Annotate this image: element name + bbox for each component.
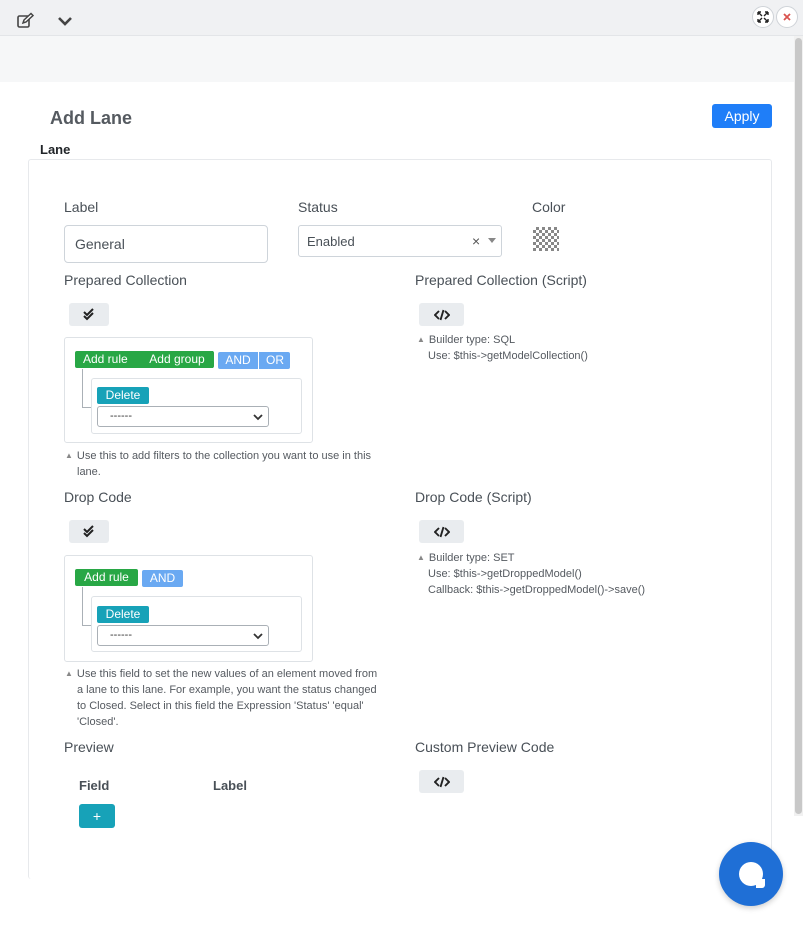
prepared-collection-script-button[interactable]	[419, 303, 464, 326]
and-toggle-button[interactable]: AND	[218, 352, 258, 369]
rule-field-select[interactable]: ------	[97, 406, 269, 427]
section-label-lane: Lane	[40, 142, 71, 157]
double-check-icon	[83, 307, 94, 320]
page-title: Add Lane	[50, 108, 133, 128]
add-preview-row-button[interactable]: +	[79, 804, 115, 828]
prepared-collection-query-builder: Add rule Add group AND OR Delete ------	[64, 337, 313, 443]
status-field-label: Status	[298, 199, 338, 215]
code-icon	[433, 309, 450, 320]
scrollbar-thumb[interactable]	[795, 38, 802, 814]
custom-preview-code-button[interactable]	[419, 770, 464, 793]
delete-rule-button[interactable]: Delete	[97, 387, 149, 404]
drop-code-script-button[interactable]	[419, 520, 464, 543]
drop-code-query-builder: Add rule AND Delete ------	[64, 555, 313, 662]
preview-column-label: Label	[213, 778, 247, 793]
info-triangle-icon: ▲	[417, 335, 425, 344]
prepared-collection-label: Prepared Collection	[64, 272, 187, 288]
prepared-collection-help: ▲ Use this to add filters to the collecti…	[65, 450, 372, 478]
edit-icon[interactable]	[16, 12, 36, 32]
info-triangle-icon: ▲	[417, 553, 425, 562]
add-group-button[interactable]: Add group	[141, 351, 213, 368]
custom-preview-label: Custom Preview Code	[415, 739, 555, 755]
chevron-down-icon	[253, 633, 263, 640]
color-field-label: Color	[532, 199, 566, 215]
caret-down-icon	[488, 238, 496, 243]
drop-code-script-help: ▲ Builder type: SET Use: $this->getDroppe…	[417, 552, 646, 596]
prepared-collection-script-help: ▲ Builder type: SQL Use: $this->getModelC…	[417, 334, 588, 362]
apply-button[interactable]: Apply	[712, 104, 772, 128]
info-triangle-icon: ▲	[65, 451, 73, 460]
delete-rule-button[interactable]: Delete	[97, 606, 149, 623]
rule-field-select[interactable]: ------	[97, 625, 269, 646]
status-select-value: Enabled	[307, 234, 355, 249]
label-input[interactable]	[64, 225, 268, 263]
chevron-down-icon	[253, 414, 263, 421]
lane-card	[28, 159, 772, 879]
drop-code-help: ▲ Use this field to set the new values of…	[65, 668, 378, 728]
or-toggle-button[interactable]: OR	[259, 352, 290, 369]
expand-arrows-icon[interactable]	[752, 6, 774, 28]
drop-code-label: Drop Code	[64, 489, 132, 505]
preview-label: Preview	[64, 739, 114, 755]
prepared-collection-toggle-button[interactable]	[69, 303, 109, 326]
preview-column-field: Field	[79, 778, 110, 793]
add-rule-button[interactable]: Add rule	[75, 569, 138, 586]
info-triangle-icon: ▲	[65, 669, 73, 678]
query-rule: Delete ------	[91, 596, 302, 652]
double-check-icon	[83, 524, 94, 537]
window-titlebar	[0, 0, 803, 36]
drop-code-script-label: Drop Code (Script)	[415, 489, 532, 505]
color-picker[interactable]	[533, 227, 559, 251]
query-rule: Delete ------	[91, 378, 302, 434]
code-icon	[433, 776, 450, 787]
toolbar	[0, 36, 803, 82]
chevron-down-icon[interactable]	[56, 12, 76, 32]
status-select[interactable]: Enabled ×	[298, 225, 502, 257]
drop-code-toggle-button[interactable]	[69, 520, 109, 543]
chat-widget-button[interactable]	[719, 842, 783, 906]
prepared-collection-script-label: Prepared Collection (Script)	[415, 272, 587, 288]
close-icon[interactable]	[776, 6, 798, 28]
label-field-label: Label	[64, 199, 99, 215]
chat-bubble-icon	[739, 862, 765, 888]
code-icon	[433, 526, 450, 537]
and-toggle-button[interactable]: AND	[142, 570, 183, 587]
clear-icon[interactable]: ×	[472, 233, 480, 249]
